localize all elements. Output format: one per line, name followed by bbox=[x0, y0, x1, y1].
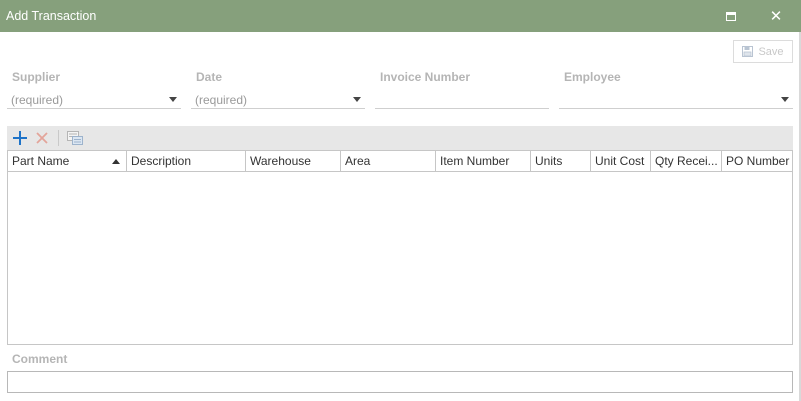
column-label: Unit Cost bbox=[595, 154, 645, 168]
x-icon bbox=[36, 132, 48, 144]
floppy-disk-icon bbox=[742, 46, 754, 57]
column-header-po-number[interactable]: PO Number bbox=[722, 151, 792, 172]
column-label: Description bbox=[131, 154, 192, 168]
invoice-number-label: Invoice Number bbox=[380, 70, 471, 84]
column-label: Area bbox=[345, 154, 371, 168]
column-label: Warehouse bbox=[250, 154, 311, 168]
column-header-description[interactable]: Description bbox=[127, 151, 246, 172]
grid-toolbar bbox=[7, 126, 793, 150]
column-label: Units bbox=[535, 154, 563, 168]
comment-label: Comment bbox=[12, 352, 68, 366]
save-label: Save bbox=[758, 45, 784, 58]
employee-label: Employee bbox=[564, 70, 621, 84]
close-icon: ✕ bbox=[769, 7, 783, 25]
plus-icon bbox=[13, 131, 27, 145]
column-header-area[interactable]: Area bbox=[341, 151, 436, 172]
date-dropdown[interactable]: (required) bbox=[191, 90, 365, 109]
sort-ascending-icon bbox=[112, 159, 120, 164]
column-header-units[interactable]: Units bbox=[531, 151, 591, 172]
column-header-warehouse[interactable]: Warehouse bbox=[246, 151, 341, 172]
column-header-part-name[interactable]: Part Name bbox=[8, 151, 127, 172]
copy-rows-button[interactable] bbox=[64, 126, 86, 150]
chevron-down-icon bbox=[781, 97, 789, 102]
column-label: Qty Recei... bbox=[655, 154, 718, 168]
supplier-value: (required) bbox=[11, 93, 64, 107]
employee-dropdown[interactable] bbox=[559, 90, 793, 109]
copy-rows-icon bbox=[67, 131, 83, 145]
column-header-qty-received[interactable]: Qty Recei... bbox=[651, 151, 722, 172]
column-label: Item Number bbox=[440, 154, 510, 168]
supplier-dropdown[interactable]: (required) bbox=[7, 90, 181, 109]
save-button[interactable]: Save bbox=[733, 40, 793, 63]
maximize-button[interactable] bbox=[713, 0, 749, 32]
grid-header: Part Name Description Warehouse Area Ite… bbox=[8, 151, 792, 172]
column-label: Part Name bbox=[12, 154, 70, 168]
chevron-down-icon bbox=[169, 97, 177, 102]
column-label: PO Number bbox=[726, 154, 790, 168]
date-value: (required) bbox=[195, 93, 248, 107]
window-title: Add Transaction bbox=[6, 9, 97, 23]
supplier-label: Supplier bbox=[12, 70, 61, 84]
parts-grid[interactable]: Part Name Description Warehouse Area Ite… bbox=[7, 150, 793, 345]
title-bar: Add Transaction ✕ bbox=[0, 0, 801, 32]
toolbar-separator bbox=[58, 130, 59, 146]
column-header-unit-cost[interactable]: Unit Cost bbox=[591, 151, 651, 172]
maximize-icon bbox=[726, 11, 736, 21]
comment-input[interactable] bbox=[7, 371, 793, 393]
close-button[interactable]: ✕ bbox=[758, 0, 794, 32]
column-header-item-number[interactable]: Item Number bbox=[436, 151, 531, 172]
invoice-number-input[interactable] bbox=[375, 90, 549, 109]
delete-row-button[interactable] bbox=[32, 126, 52, 150]
date-label: Date bbox=[196, 70, 223, 84]
add-row-button[interactable] bbox=[9, 126, 31, 150]
chevron-down-icon bbox=[353, 97, 361, 102]
